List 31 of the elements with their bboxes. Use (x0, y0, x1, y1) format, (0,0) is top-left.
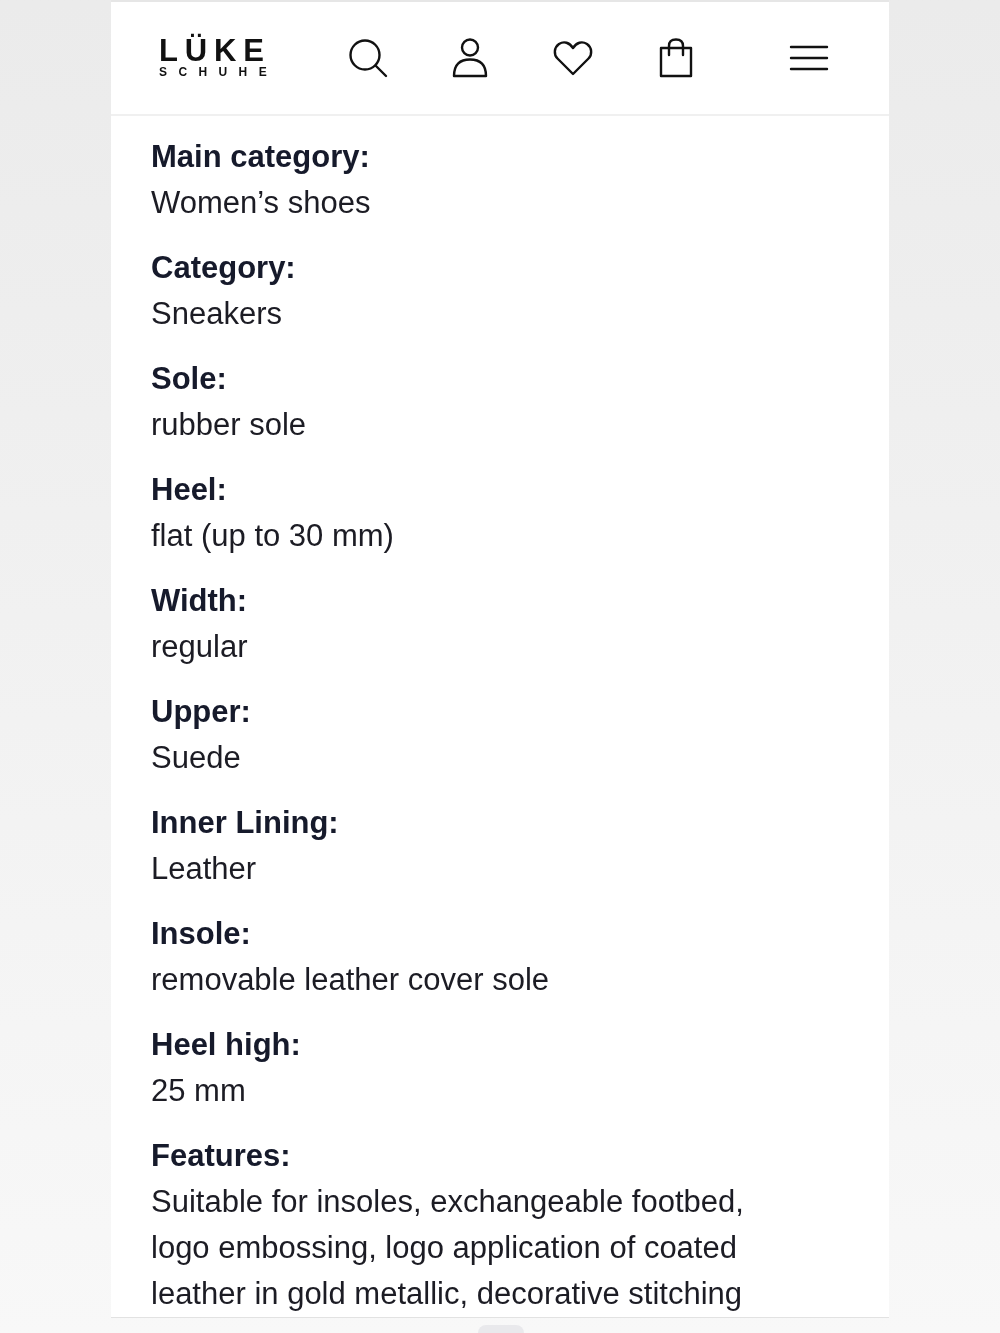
detail-value: Leather (151, 850, 257, 888)
logo-tagline: SCHUHE (159, 65, 279, 79)
detail-value: Suede (151, 739, 241, 777)
search-icon (348, 38, 388, 78)
detail-label: Category: (151, 249, 296, 287)
detail-value: regular (151, 628, 248, 666)
detail-label: Features: (151, 1137, 291, 1175)
detail-value: rubber sole (151, 406, 307, 444)
detail-label: Insole: (151, 915, 251, 953)
detail-value: Sneakers (151, 295, 282, 333)
menu-icon (789, 45, 829, 71)
detail-label: Inner Lining: (151, 804, 339, 842)
menu-button[interactable] (789, 45, 829, 71)
person-icon (452, 38, 488, 78)
wishlist-button[interactable] (553, 40, 593, 76)
shopping-bag-icon (659, 38, 693, 78)
detail-label: Main category: (151, 138, 370, 176)
search-button[interactable] (348, 38, 388, 78)
account-button[interactable] (452, 38, 488, 78)
detail-label: Upper: (151, 693, 251, 731)
detail-label: Sole: (151, 360, 227, 398)
detail-value: flat (up to 30 mm) (151, 517, 394, 555)
detail-value: Suitable for insoles, exchangeable footbed, logo embossing, logo application of coated leather in gold metallic, decorative stitching (151, 1183, 745, 1313)
detail-label: Heel: (151, 471, 227, 509)
detail-value: 25 mm (151, 1072, 246, 1110)
detail-value: Women’s shoes (151, 184, 371, 222)
detail-label: Width: (151, 582, 248, 620)
detail-label: Heel high: (151, 1026, 301, 1064)
cart-button[interactable] (659, 38, 693, 78)
heart-icon (553, 40, 593, 76)
detail-value: removable leather cover sole (151, 961, 550, 999)
